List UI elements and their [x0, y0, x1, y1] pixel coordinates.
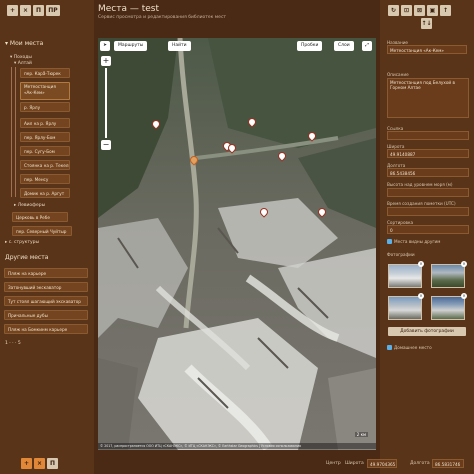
footer-lat-label: Широта — [345, 461, 364, 466]
image-icon[interactable]: ⊠ — [414, 5, 425, 16]
place-item[interactable]: пер. Карå-Тюрек — [20, 68, 70, 78]
place-item[interactable]: Церковь в Ребе — [12, 212, 68, 222]
time-field[interactable] — [387, 207, 469, 216]
map-imagery — [98, 38, 376, 450]
photo-thumbnail[interactable] — [388, 296, 422, 320]
place-item[interactable]: пер. Ярлу-Бом — [20, 132, 70, 142]
delete-photo-icon[interactable]: × — [418, 261, 424, 267]
description-label: Описание — [387, 72, 409, 77]
sort-field[interactable]: 0 — [387, 225, 469, 234]
altitude-field[interactable] — [387, 188, 469, 197]
view-icon[interactable]: ⊡ — [401, 5, 412, 16]
photo-thumbnail[interactable] — [431, 296, 465, 320]
tree-folder-structures[interactable]: ▸ с. структуры — [5, 240, 39, 245]
home-place-checkbox[interactable] — [387, 345, 392, 350]
tree-line — [11, 67, 12, 197]
place-item[interactable]: Стоянка на р. Текелю — [20, 160, 70, 170]
visible-checkbox[interactable] — [387, 239, 392, 244]
footer-lon-value[interactable]: 86.5831746 — [432, 459, 464, 468]
p-button[interactable]: П — [33, 5, 44, 16]
place-item-selected[interactable]: Метеостанция «Ак-Кем» — [20, 82, 70, 100]
footer-lat-value[interactable]: 49.9704365 — [367, 459, 397, 468]
routes-button[interactable]: Маршруты — [114, 41, 148, 51]
center-label: Центр — [326, 461, 341, 466]
other-place-item[interactable]: Затонувший экскаватор — [4, 282, 88, 292]
other-place-item[interactable]: Пляж на карьере — [4, 268, 88, 278]
left-panel: + × П ПР ▾ Мои места ▾ Походы ▾ Алтай пе… — [0, 0, 94, 474]
delete-photo-icon[interactable]: × — [461, 261, 467, 267]
refresh-icon[interactable]: ↻ — [388, 5, 399, 16]
find-button[interactable]: Найти — [168, 41, 191, 51]
name-field[interactable]: Метеостанция «Ак-Кем» — [387, 45, 467, 54]
my-places-header[interactable]: ▾ Мои места — [5, 40, 43, 47]
tree-folder-leviofery[interactable]: ▸ Левиоферы — [14, 203, 45, 208]
right-panel: ↻ ⊡ ⊠ ▣ ↑ ↑↓ Название Метеостанция «Ак-К… — [380, 0, 474, 474]
other-places-header[interactable]: Другие места — [5, 254, 48, 261]
delete-photo-icon[interactable]: × — [461, 293, 467, 299]
tree-folder-altai[interactable]: ▾ Алтай — [14, 61, 32, 66]
traffic-button[interactable]: Пробки — [297, 41, 323, 51]
time-label: Время создания пометки (UTC) — [387, 201, 456, 206]
close-button-bottom[interactable]: × — [34, 458, 45, 469]
close-button[interactable]: × — [20, 5, 31, 16]
place-item[interactable]: р. Ярлу — [20, 102, 70, 112]
description-field[interactable]: Метеостанция под Белухой в Горном Алтае — [387, 78, 469, 118]
lon-field[interactable]: 86.5438456 — [387, 168, 469, 177]
lat-field[interactable]: 49.9140887 — [387, 149, 469, 158]
footer-lon-label: Долгота — [410, 461, 430, 466]
zoom-in-button[interactable]: + — [101, 56, 111, 66]
photos-label: Фотографии — [387, 252, 415, 257]
photo-thumbnail[interactable] — [388, 264, 422, 288]
place-item[interactable]: Домик на р. Аргут — [20, 188, 70, 198]
pr-button[interactable]: ПР — [46, 5, 60, 16]
map-attribution[interactable]: © 2017, распространяется ООО ИТЦ «СКАНЭК… — [98, 443, 376, 449]
other-place-item[interactable]: Причальные дубы — [4, 310, 88, 320]
add-button[interactable]: + — [7, 5, 18, 16]
tree-folder-pohody[interactable]: ▾ Походы — [10, 55, 32, 60]
add-button-bottom[interactable]: + — [21, 458, 32, 469]
delete-photo-icon[interactable]: × — [418, 293, 424, 299]
page-subtitle: Сервис просмотра и редактирования библио… — [98, 15, 227, 20]
satellite-map[interactable]: ➤ Маршруты Найти Пробки Слои ⤢ + − 2 км … — [98, 38, 376, 450]
place-item[interactable]: пер. Сугу-Бом — [20, 146, 70, 156]
upload-icon[interactable]: ↑ — [440, 5, 451, 16]
link-field[interactable] — [387, 131, 469, 140]
zoom-slider[interactable] — [105, 68, 107, 138]
photo-thumbnail[interactable] — [431, 264, 465, 288]
locate-icon[interactable]: ➤ — [100, 41, 110, 51]
zoom-out-button[interactable]: − — [101, 140, 111, 150]
tree-line — [15, 67, 16, 197]
page-title: Места — test — [98, 4, 160, 14]
other-place-item[interactable]: Пляж на Бомкинм карьере — [4, 324, 88, 334]
map-scale: 2 км — [354, 432, 368, 437]
pagination[interactable]: 1 · · · 5 — [5, 341, 21, 346]
fullscreen-icon[interactable]: ⤢ — [362, 41, 372, 51]
frame-icon[interactable]: ▣ — [427, 5, 438, 16]
add-photo-button[interactable]: Добавить фотографии — [388, 327, 466, 336]
place-item[interactable]: пер. Менсу — [20, 174, 70, 184]
visible-label: Места видны другим — [394, 239, 441, 244]
other-place-item[interactable]: Тут стоял шагающий экскаватор — [4, 296, 88, 306]
home-place-label: Домашнее место — [394, 345, 432, 350]
sort-icon[interactable]: ↑↓ — [421, 18, 432, 29]
place-item[interactable]: пер. Северный Чуйтыр — [12, 226, 72, 236]
altitude-label: Высота над уровнем моря (м) — [387, 182, 453, 187]
place-item[interactable]: Аил на р. Ярлу — [20, 118, 70, 128]
layers-button[interactable]: Слои — [334, 41, 354, 51]
p-button-bottom[interactable]: П — [47, 458, 58, 469]
